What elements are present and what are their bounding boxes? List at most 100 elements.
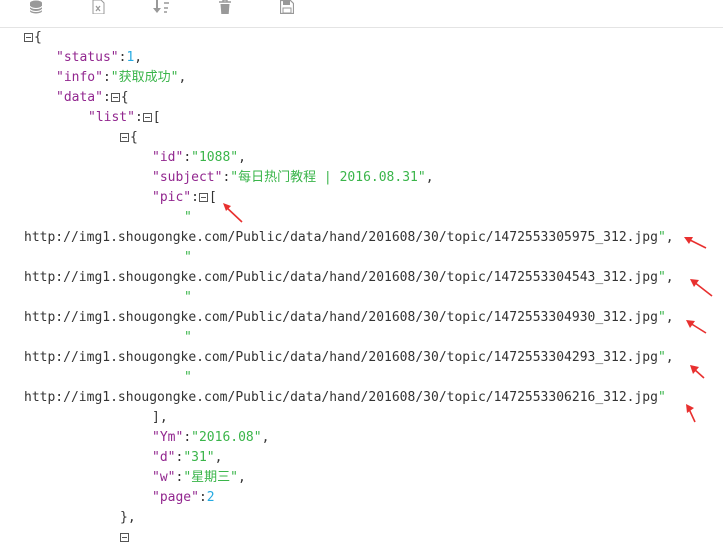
save-icon[interactable] — [280, 0, 300, 16]
quote: " — [657, 310, 666, 325]
root-line: { — [24, 28, 42, 48]
quote: " — [657, 270, 666, 285]
list-line: "list": [ — [88, 108, 161, 128]
ym-value: "2016.08" — [191, 430, 262, 445]
w-key: "w" — [152, 470, 176, 485]
quote: " — [184, 250, 192, 265]
collapse-data-icon[interactable] — [110, 93, 120, 102]
colon: : — [102, 90, 111, 105]
annotation-arrow — [686, 320, 707, 334]
comma: , — [665, 310, 674, 325]
comma: , — [134, 50, 143, 65]
d-line: "d":"31", — [152, 448, 222, 468]
collapse-root-icon[interactable] — [24, 33, 33, 42]
colon: : — [134, 110, 143, 125]
comma: , — [178, 70, 187, 85]
page-key: "page" — [152, 490, 199, 505]
quote: " — [184, 210, 192, 225]
sort-icon[interactable] — [153, 0, 173, 16]
pic-url: http://img1.shougongke.com/Public/data/h… — [24, 350, 658, 365]
url-open-quote: " — [184, 248, 192, 268]
pic-url-item: http://img1.shougongke.com/Public/data/h… — [24, 348, 674, 368]
quote: " — [184, 330, 192, 345]
pic-url-item: http://img1.shougongke.com/Public/data/h… — [24, 388, 666, 408]
json-viewer: { "status":1, "info":"获取成功", "data":{ "l… — [0, 28, 723, 542]
subject-value: "每日热门教程 | 2016.08.31" — [230, 170, 426, 185]
url-open-quote: " — [184, 288, 192, 308]
pic-url: http://img1.shougongke.com/Public/data/h… — [24, 310, 658, 325]
page-line: "page":2 — [152, 488, 215, 508]
collapse-item-icon[interactable] — [120, 133, 129, 142]
list-open-bracket: [ — [152, 110, 161, 125]
pic-url-item: http://img1.shougongke.com/Public/data/h… — [24, 228, 674, 248]
annotation-arrow — [684, 237, 707, 249]
item-open-brace: { — [130, 130, 138, 145]
d-value: "31" — [183, 450, 215, 465]
quote: " — [657, 390, 666, 405]
pic-line: "pic": [ — [152, 188, 217, 208]
comma: , — [159, 410, 168, 425]
url-open-quote: " — [184, 208, 192, 228]
list-key: "list" — [88, 110, 135, 125]
comma: , — [665, 270, 674, 285]
subject-line: "subject":"每日热门教程 | 2016.08.31", — [152, 168, 434, 188]
id-key: "id" — [152, 150, 184, 165]
colon: : — [183, 430, 192, 445]
ym-key: "Ym" — [152, 430, 184, 445]
pic-close-line: ], — [152, 408, 168, 428]
collapse-pic-icon[interactable] — [198, 193, 208, 202]
pic-close-bracket: ] — [152, 410, 160, 425]
annotation-arrow — [223, 203, 243, 223]
colon: : — [102, 70, 111, 85]
colon: : — [183, 150, 192, 165]
item-close-line: }, — [120, 508, 136, 528]
colon: : — [198, 490, 207, 505]
quote: " — [657, 350, 666, 365]
item-close-brace: }, — [120, 510, 136, 525]
database-icon[interactable] — [28, 0, 48, 16]
data-line: "data": { — [56, 88, 129, 108]
status-key: "status" — [56, 50, 119, 65]
pic-url: http://img1.shougongke.com/Public/data/h… — [24, 230, 658, 245]
pic-url-item: http://img1.shougongke.com/Public/data/h… — [24, 268, 674, 288]
comma: , — [237, 470, 246, 485]
root-open-brace: { — [34, 30, 42, 45]
url-open-quote: " — [184, 368, 192, 388]
data-key: "data" — [56, 90, 103, 105]
toolbar — [0, 0, 723, 28]
d-key: "d" — [152, 450, 176, 465]
pic-url: http://img1.shougongke.com/Public/data/h… — [24, 390, 658, 405]
pic-key: "pic" — [152, 190, 192, 205]
url-open-quote: " — [184, 328, 192, 348]
pic-url-item: http://img1.shougongke.com/Public/data/h… — [24, 308, 674, 328]
trash-icon[interactable] — [218, 0, 238, 16]
comma: , — [261, 430, 270, 445]
annotation-arrow — [690, 365, 705, 379]
page-value: 2 — [206, 490, 215, 505]
annotation-arrow — [690, 279, 713, 297]
w-value: "星期三" — [183, 470, 238, 485]
colon: : — [191, 190, 199, 205]
collapse-list-icon[interactable] — [142, 113, 152, 122]
status-line: "status":1, — [56, 48, 142, 68]
info-value: "获取成功" — [110, 70, 179, 85]
quote: " — [657, 230, 666, 245]
comma: , — [238, 150, 246, 165]
collapse-next-item-icon[interactable] — [120, 533, 129, 542]
next-item-line — [120, 528, 130, 548]
subject-key: "subject" — [152, 170, 223, 185]
data-open-brace: { — [120, 90, 129, 105]
info-key: "info" — [56, 70, 103, 85]
pic-open-bracket: [ — [208, 190, 217, 205]
pic-url: http://img1.shougongke.com/Public/data/h… — [24, 270, 658, 285]
id-value: "1088" — [191, 150, 239, 165]
annotation-arrow — [686, 404, 696, 423]
info-line: "info":"获取成功", — [56, 68, 186, 88]
excel-export-icon[interactable] — [90, 0, 110, 16]
id-line: "id":"1088", — [152, 148, 246, 168]
quote: " — [184, 290, 192, 305]
comma: , — [425, 170, 434, 185]
quote: " — [184, 370, 192, 385]
comma: , — [214, 450, 223, 465]
item-open-line: { — [120, 128, 138, 148]
